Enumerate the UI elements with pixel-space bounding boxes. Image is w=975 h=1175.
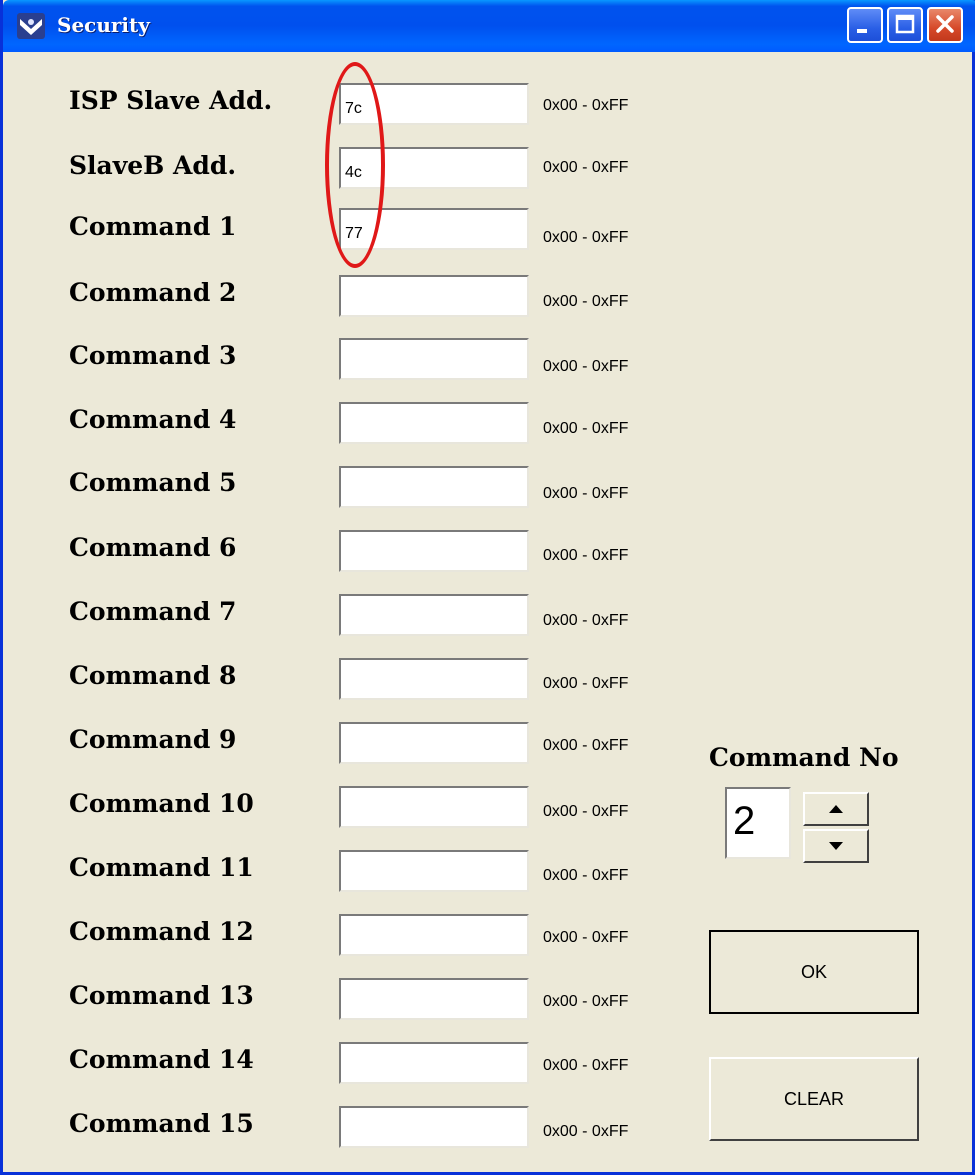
slaveb-address-label: SlaveB Add. [69,151,237,180]
command-1-range: 0x00 - 0xFF [543,229,629,246]
command-5-input[interactable] [339,466,529,508]
command-15-range: 0x00 - 0xFF [543,1123,629,1140]
command-10-range: 0x00 - 0xFF [543,803,629,820]
window-title: Security [57,13,150,37]
command-14-label: Command 14 [69,1045,254,1074]
command-14-input[interactable] [339,1042,529,1084]
command-no-label: Command No [709,743,899,772]
command-4-input[interactable] [339,402,529,444]
command-4-range: 0x00 - 0xFF [543,420,629,437]
command-9-label: Command 9 [69,725,237,754]
maximize-button[interactable] [887,7,923,43]
command-5-label: Command 5 [69,468,237,497]
command-10-input[interactable] [339,786,529,828]
command-8-input[interactable] [339,658,529,700]
command-9-range: 0x00 - 0xFF [543,737,629,754]
spin-up-button[interactable] [803,792,869,826]
clear-button[interactable]: CLEAR [709,1057,919,1141]
command-2-range: 0x00 - 0xFF [543,293,629,310]
command-10-label: Command 10 [69,789,254,818]
command-11-range: 0x00 - 0xFF [543,867,629,884]
command-6-label: Command 6 [69,533,237,562]
spin-down-button[interactable] [803,829,869,863]
down-arrow-icon [829,842,843,850]
command-6-range: 0x00 - 0xFF [543,547,629,564]
command-13-label: Command 13 [69,981,254,1010]
up-arrow-icon [829,805,843,813]
title-bar[interactable]: Security [3,0,975,52]
close-button[interactable] [927,7,963,43]
isp-slave-address-range: 0x00 - 0xFF [543,97,629,114]
security-window: Security ISP Slave Add. 0x00 - 0xFF Slav… [0,0,975,1175]
command-6-input[interactable] [339,530,529,572]
command-2-input[interactable] [339,275,529,317]
command-3-range: 0x00 - 0xFF [543,358,629,375]
command-4-label: Command 4 [69,405,237,434]
command-7-range: 0x00 - 0xFF [543,612,629,629]
close-icon [936,15,954,33]
command-no-field[interactable]: 2 [725,787,791,859]
command-15-label: Command 15 [69,1109,254,1138]
command-11-label: Command 11 [69,853,254,882]
ok-button[interactable]: OK [709,930,919,1014]
command-12-label: Command 12 [69,917,254,946]
command-13-input[interactable] [339,978,529,1020]
command-13-range: 0x00 - 0xFF [543,993,629,1010]
app-icon [17,13,45,39]
minimize-button[interactable] [847,7,883,43]
command-5-range: 0x00 - 0xFF [543,485,629,502]
command-8-label: Command 8 [69,661,237,690]
command-12-range: 0x00 - 0xFF [543,929,629,946]
command-2-label: Command 2 [69,278,237,307]
command-7-input[interactable] [339,594,529,636]
minimize-icon [857,29,867,33]
command-11-input[interactable] [339,850,529,892]
command-14-range: 0x00 - 0xFF [543,1057,629,1074]
command-7-label: Command 7 [69,597,237,626]
maximize-icon [895,14,915,34]
command-3-input[interactable] [339,338,529,380]
command-15-input[interactable] [339,1106,529,1148]
isp-slave-address-label: ISP Slave Add. [69,86,273,115]
slaveb-address-range: 0x00 - 0xFF [543,159,629,176]
command-8-range: 0x00 - 0xFF [543,675,629,692]
command-3-label: Command 3 [69,341,237,370]
command-1-label: Command 1 [69,212,237,241]
command-9-input[interactable] [339,722,529,764]
command-12-input[interactable] [339,914,529,956]
red-annotation-ellipse [325,62,385,268]
